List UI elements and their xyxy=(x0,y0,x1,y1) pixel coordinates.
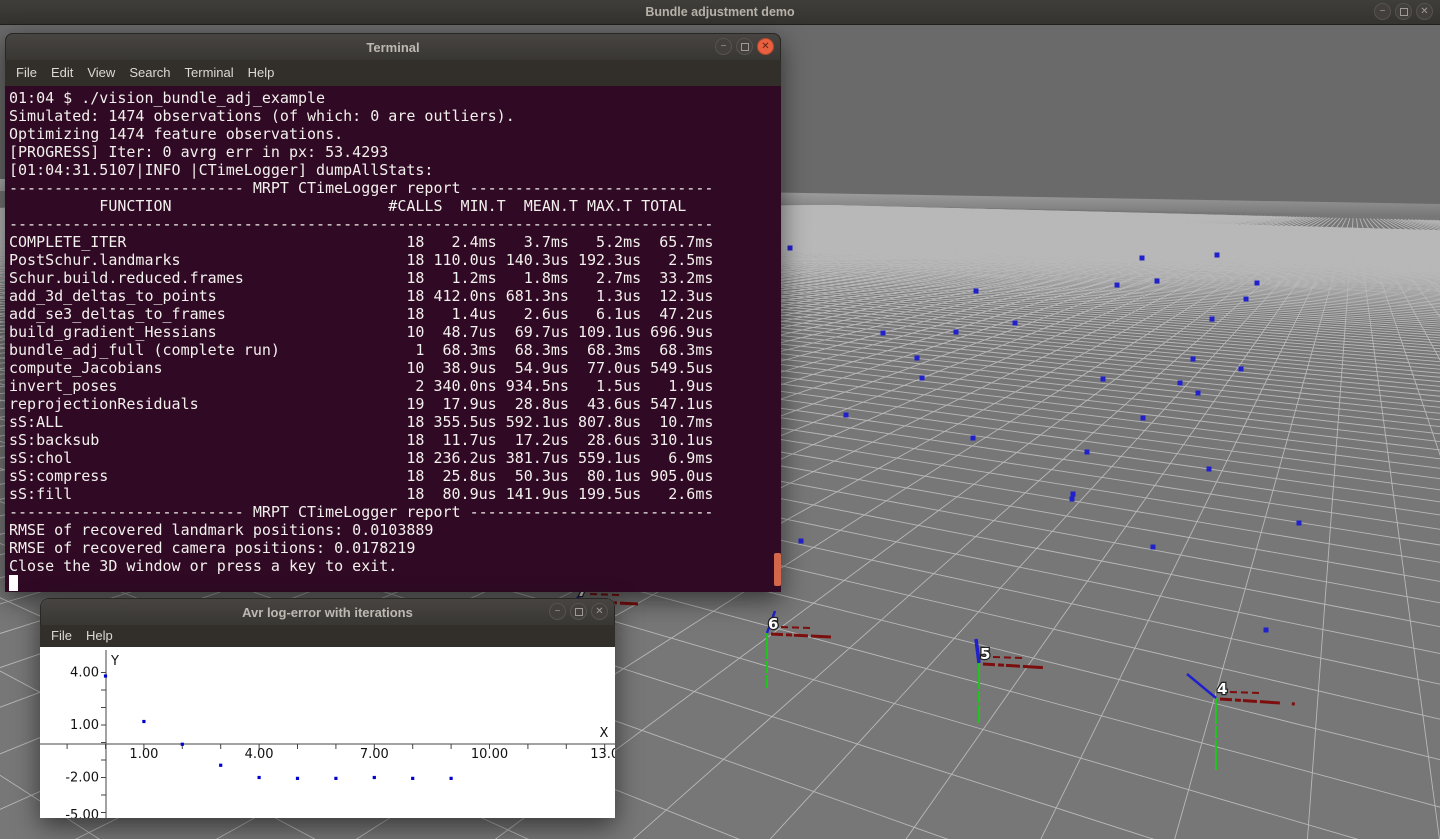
landmark-point xyxy=(1207,467,1212,472)
landmark-point xyxy=(799,539,804,544)
landmark-point xyxy=(1255,281,1260,286)
x-tick-label: 13.0 xyxy=(590,747,615,762)
landmark-point xyxy=(881,331,886,336)
x-tick-label: 10.00 xyxy=(471,747,508,762)
plot-menu-file[interactable]: File xyxy=(44,625,79,647)
camera-label: 5 xyxy=(980,645,990,663)
desktop-screen: 6547 Bundle adjustment demo − ✕ Terminal… xyxy=(0,0,1440,839)
camera-label: 4 xyxy=(1217,680,1227,698)
terminal-menu-view[interactable]: View xyxy=(80,60,122,86)
plot-titlebar[interactable]: Avr log-error with iterations − ✕ xyxy=(40,598,615,625)
terminal-output-text: 01:04 $ ./vision_bundle_adj_example Simu… xyxy=(5,86,781,575)
close-icon[interactable]: ✕ xyxy=(1416,3,1433,20)
terminal-title: Terminal xyxy=(6,34,780,61)
landmark-point xyxy=(971,436,976,441)
x-tick-label: 1.00 xyxy=(129,747,158,762)
y-tick-label: 4.00 xyxy=(70,666,99,681)
plot-menu-help[interactable]: Help xyxy=(79,625,120,647)
data-point xyxy=(334,777,337,780)
landmark-point xyxy=(1215,253,1220,258)
landmark-point xyxy=(1210,317,1215,322)
landmark-point xyxy=(1178,381,1183,386)
landmark-point xyxy=(1264,628,1269,633)
plot-window: Avr log-error with iterations − ✕ FileHe… xyxy=(40,598,615,818)
terminal-titlebar[interactable]: Terminal − ✕ xyxy=(5,33,781,60)
terminal-window: Terminal − ✕ FileEditViewSearchTerminalH… xyxy=(5,33,781,592)
terminal-output-area[interactable]: 01:04 $ ./vision_bundle_adj_example Simu… xyxy=(5,86,781,592)
terminal-close-icon[interactable]: ✕ xyxy=(757,38,774,55)
data-point xyxy=(104,674,107,677)
terminal-maximize-icon[interactable] xyxy=(736,38,753,55)
terminal-menu-search[interactable]: Search xyxy=(122,60,177,86)
landmark-point xyxy=(1155,279,1160,284)
landmark-point xyxy=(844,413,849,418)
scatter-plot: 1.00 4.00 7.00 10.00 13.0 4.00 1.00 -2.00 -5.00 Y… xyxy=(40,647,615,818)
plot-canvas: 1.00 4.00 7.00 10.00 13.0 4.00 1.00 -2.00 -5.00 Y… xyxy=(40,647,615,818)
plot-maximize-icon[interactable] xyxy=(570,603,587,620)
y-axis-label: Y xyxy=(110,654,119,669)
plot-minimize-icon[interactable]: − xyxy=(549,603,566,620)
landmark-point xyxy=(1101,377,1106,382)
landmark-point xyxy=(1141,416,1146,421)
terminal-menubar: FileEditViewSearchTerminalHelp xyxy=(5,60,781,86)
terminal-cursor xyxy=(9,575,18,591)
landmark-point xyxy=(1196,391,1201,396)
plot-menubar: FileHelp xyxy=(40,625,615,647)
data-point xyxy=(181,743,184,746)
landmark-point xyxy=(1013,321,1018,326)
plot-title: Avr log-error with iterations xyxy=(41,599,614,626)
landmark-point xyxy=(1140,256,1145,261)
x-tick-label: 7.00 xyxy=(360,747,389,762)
terminal-menu-terminal[interactable]: Terminal xyxy=(178,60,241,86)
minimize-icon[interactable]: − xyxy=(1374,3,1391,20)
landmark-point xyxy=(1191,357,1196,362)
y-tick-label: 1.00 xyxy=(70,718,99,733)
landmark-point xyxy=(1151,545,1156,550)
landmark-point xyxy=(954,330,959,335)
data-point xyxy=(450,777,453,780)
landmark-point xyxy=(915,356,920,361)
y-tick-label: -5.00 xyxy=(65,808,99,818)
landmark-point xyxy=(1085,450,1090,455)
data-point xyxy=(296,777,299,780)
landmark-point xyxy=(1244,297,1249,302)
terminal-menu-file[interactable]: File xyxy=(9,60,44,86)
terminal-menu-edit[interactable]: Edit xyxy=(44,60,80,86)
plot-close-icon[interactable]: ✕ xyxy=(591,603,608,620)
data-point xyxy=(219,764,222,767)
landmark-point xyxy=(1071,492,1076,497)
main-window-title: Bundle adjustment demo xyxy=(0,0,1440,24)
data-point xyxy=(142,720,145,723)
terminal-minimize-icon[interactable]: − xyxy=(715,38,732,55)
landmark-point xyxy=(920,376,925,381)
landmark-point xyxy=(974,289,979,294)
y-tick-label: -2.00 xyxy=(65,771,99,786)
landmark-point xyxy=(1070,497,1075,502)
x-tick-label: 4.00 xyxy=(245,747,274,762)
main-window-titlebar: Bundle adjustment demo − ✕ xyxy=(0,0,1440,25)
landmark-point xyxy=(1239,367,1244,372)
maximize-icon[interactable] xyxy=(1395,3,1412,20)
x-axis-label: X xyxy=(600,726,609,741)
terminal-scrollbar-thumb[interactable] xyxy=(774,553,781,586)
landmark-point xyxy=(1115,283,1120,288)
data-point xyxy=(258,776,261,779)
terminal-menu-help[interactable]: Help xyxy=(241,60,282,86)
camera-label: 6 xyxy=(768,615,778,633)
data-point xyxy=(373,776,376,779)
landmark-point xyxy=(1297,521,1302,526)
data-point xyxy=(411,777,414,780)
landmark-point xyxy=(788,246,793,251)
